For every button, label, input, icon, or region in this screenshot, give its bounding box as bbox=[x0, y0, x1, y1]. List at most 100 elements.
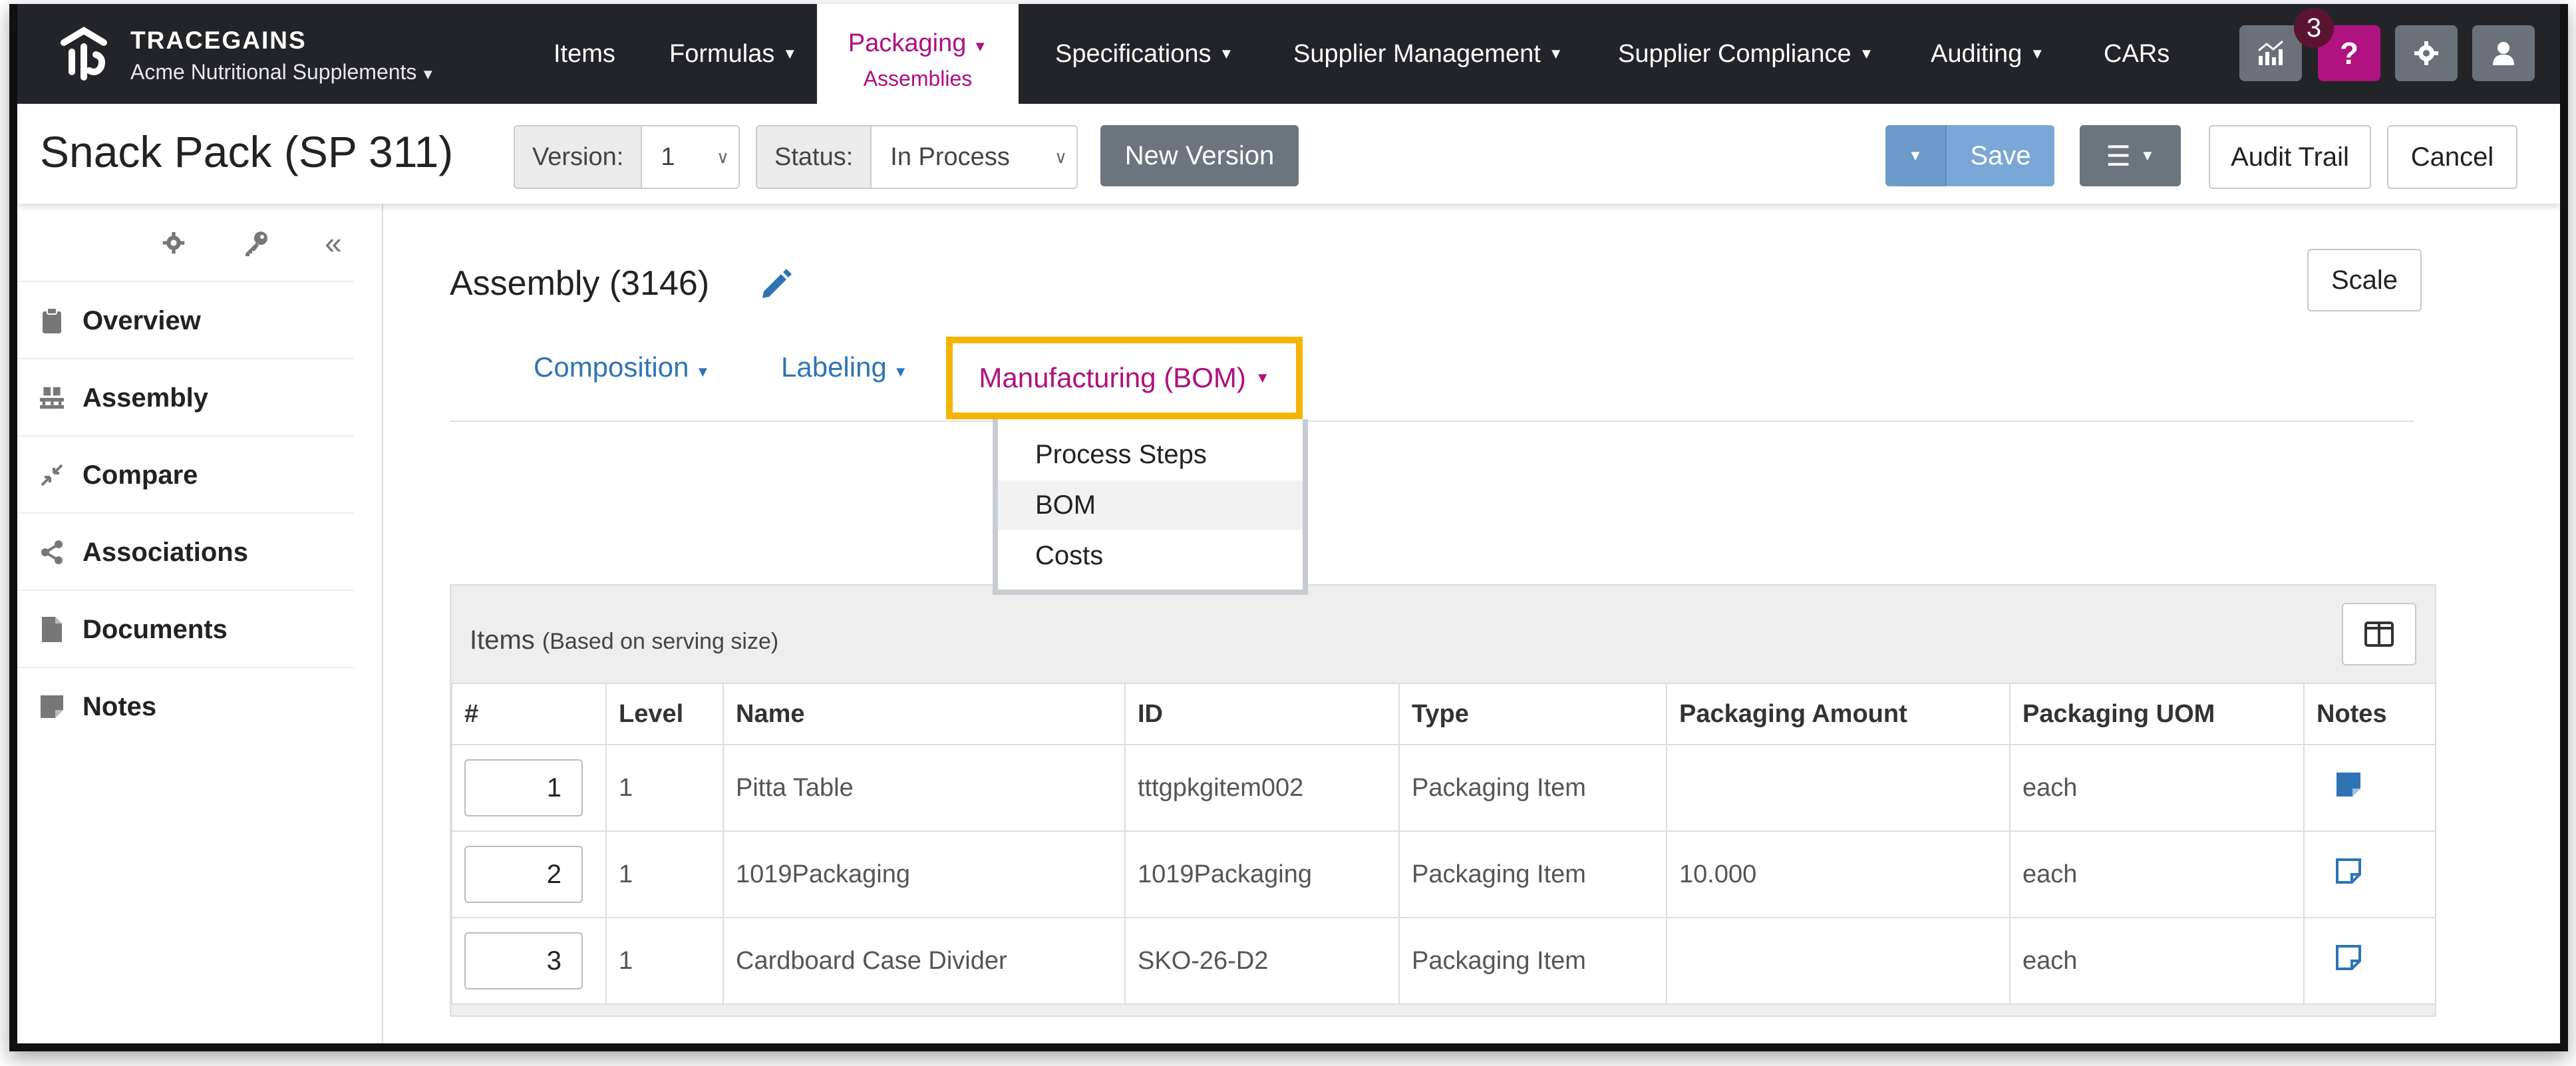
table-row: 3 1 Cardboard Case Divider SKO-26-D2 Pac… bbox=[451, 917, 2436, 1005]
notification-badge[interactable]: 3 bbox=[2294, 8, 2334, 48]
help-question-icon: ? bbox=[2339, 36, 2359, 71]
sidebar-item-assembly[interactable]: Assembly bbox=[17, 358, 354, 437]
version-value: 1 bbox=[661, 142, 675, 171]
table-row: 1 1 Pitta Table tttgpkgitem002 Packaging… bbox=[451, 744, 2436, 832]
type-cell: Packaging Item bbox=[1398, 917, 1667, 1005]
caret-down-icon: ▼ bbox=[973, 38, 988, 55]
collapse-sidebar-icon[interactable]: « bbox=[317, 226, 350, 260]
note-filled-icon[interactable] bbox=[2335, 771, 2362, 798]
status-selector: Status: In Process ∨ bbox=[756, 125, 1078, 189]
sidebar-item-label: Documents bbox=[82, 614, 228, 644]
menu-item-costs[interactable]: Costs bbox=[998, 531, 1303, 580]
row-order-input[interactable]: 1 bbox=[464, 759, 583, 816]
row-order-input[interactable]: 2 bbox=[464, 846, 583, 903]
settings-button[interactable] bbox=[2395, 25, 2458, 81]
level-cell: 1 bbox=[605, 917, 724, 1005]
audit-trail-button[interactable]: Audit Trail bbox=[2209, 125, 2371, 189]
sidebar-item-compare[interactable]: Compare bbox=[17, 435, 354, 514]
amount-cell: 10.000 bbox=[1666, 830, 2011, 918]
row-order-input[interactable]: 3 bbox=[464, 932, 583, 989]
nav-formulas[interactable]: Formulas ▼ bbox=[669, 4, 797, 104]
level-cell: 1 bbox=[605, 830, 724, 918]
pencil-edit-icon[interactable] bbox=[757, 265, 794, 302]
amount-cell bbox=[1666, 744, 2011, 832]
scale-button[interactable]: Scale bbox=[2307, 249, 2422, 311]
sidebar-item-associations[interactable]: Associations bbox=[17, 512, 354, 591]
sticky-note-icon bbox=[40, 693, 64, 720]
column-header[interactable]: Level bbox=[605, 683, 724, 745]
tab-manufacturing-bom[interactable]: Manufacturing (BOM) ▼ bbox=[946, 337, 1303, 419]
brand-name: TRACEGAINS bbox=[130, 27, 307, 54]
tracegains-logo-icon[interactable] bbox=[57, 23, 110, 81]
sidebar-item-notes[interactable]: Notes bbox=[17, 667, 354, 745]
version-label: Version: bbox=[515, 126, 643, 188]
tab-labeling[interactable]: Labeling ▼ bbox=[781, 351, 908, 383]
menu-item-process-steps[interactable]: Process Steps bbox=[998, 430, 1303, 479]
sidebar-item-label: Notes bbox=[82, 691, 157, 721]
caret-down-icon: ▼ bbox=[782, 45, 798, 62]
share-nodes-icon bbox=[40, 539, 64, 566]
column-header[interactable]: Notes bbox=[2303, 683, 2436, 745]
nav-specifications-label: Specifications bbox=[1055, 39, 1211, 68]
company-switcher[interactable]: Acme Nutritional Supplements ▼ bbox=[130, 60, 435, 85]
status-select[interactable]: In Process ∨ bbox=[872, 126, 1076, 188]
gear-icon bbox=[162, 232, 185, 254]
menu-item-bom[interactable]: BOM bbox=[998, 480, 1303, 530]
column-toggle-button[interactable] bbox=[2342, 603, 2416, 665]
column-header[interactable]: # bbox=[451, 683, 607, 745]
app-window: TRACEGAINS Acme Nutritional Supplements ▼… bbox=[9, 4, 2568, 1051]
tab-composition[interactable]: Composition ▼ bbox=[534, 351, 710, 383]
level-cell: 1 bbox=[605, 744, 724, 832]
nav-packaging[interactable]: Packaging ▼ Assemblies bbox=[817, 4, 1019, 104]
key-icon bbox=[245, 232, 267, 256]
column-header[interactable]: Name bbox=[723, 683, 1126, 745]
column-header[interactable]: Type bbox=[1398, 683, 1667, 745]
caret-down-icon: ▼ bbox=[1255, 369, 1270, 386]
nav-packaging-label: Packaging bbox=[848, 29, 967, 57]
status-value: In Process bbox=[890, 142, 1010, 171]
save-options-caret-icon[interactable]: ▼ bbox=[1885, 125, 1947, 186]
nav-supplier-management[interactable]: Supplier Management ▼ bbox=[1293, 4, 1563, 104]
caret-down-icon: ▼ bbox=[1548, 45, 1563, 62]
assembly-title: Assembly (3146) bbox=[450, 264, 710, 303]
note-empty-icon[interactable] bbox=[2335, 858, 2362, 884]
user-button[interactable] bbox=[2472, 25, 2535, 81]
sidebar-item-documents[interactable]: Documents bbox=[17, 590, 354, 668]
version-select[interactable]: 1 ∨ bbox=[642, 126, 738, 188]
items-subheading: (Based on serving size) bbox=[542, 629, 779, 654]
row-number-cell: 1 bbox=[451, 744, 607, 832]
nav-auditing[interactable]: Auditing ▼ bbox=[1931, 4, 2044, 104]
column-header[interactable]: Packaging UOM bbox=[2009, 683, 2305, 745]
items-panel: Items (Based on serving size) # Level Na… bbox=[450, 584, 2436, 1017]
nav-packaging-sublabel: Assemblies bbox=[863, 67, 973, 90]
column-header[interactable]: ID bbox=[1124, 683, 1400, 745]
nav-items[interactable]: Items bbox=[554, 4, 615, 104]
amount-cell bbox=[1666, 917, 2011, 1005]
manufacturing-dropdown-menu: Process Steps BOM Costs bbox=[993, 419, 1308, 595]
save-button[interactable]: Save bbox=[1947, 125, 2054, 186]
sidebar-settings-button[interactable] bbox=[157, 226, 190, 260]
cancel-button[interactable]: Cancel bbox=[2387, 125, 2517, 189]
actions-menu-button[interactable]: ☰ ▼ bbox=[2080, 125, 2181, 186]
type-cell: Packaging Item bbox=[1398, 744, 1667, 832]
nav-supplier-compliance[interactable]: Supplier Compliance ▼ bbox=[1618, 4, 1873, 104]
columns-icon bbox=[2364, 622, 2394, 647]
chevron-down-icon: ∨ bbox=[1054, 146, 1067, 167]
sidebar-key-button[interactable] bbox=[240, 226, 273, 260]
nav-specifications[interactable]: Specifications ▼ bbox=[1055, 4, 1233, 104]
tab-composition-label: Composition bbox=[534, 351, 689, 383]
column-header[interactable]: Packaging Amount bbox=[1666, 683, 2011, 745]
uom-cell: each bbox=[2009, 830, 2305, 918]
sidebar-item-label: Overview bbox=[82, 305, 201, 335]
analytics-button[interactable] bbox=[2239, 25, 2302, 81]
top-navbar: TRACEGAINS Acme Nutritional Supplements ▼… bbox=[17, 4, 2560, 104]
note-empty-icon[interactable] bbox=[2335, 944, 2362, 971]
sidebar-item-label: Associations bbox=[82, 537, 248, 567]
nav-cars[interactable]: CARs bbox=[2104, 4, 2170, 104]
row-number-cell: 3 bbox=[451, 917, 607, 1005]
file-icon bbox=[40, 616, 64, 643]
nav-items-label: Items bbox=[554, 39, 615, 68]
new-version-button[interactable]: New Version bbox=[1100, 125, 1299, 186]
sidebar-item-overview[interactable]: Overview bbox=[17, 281, 354, 359]
table-header-row: # Level Name ID Type Packaging Amount Pa… bbox=[451, 683, 2436, 745]
